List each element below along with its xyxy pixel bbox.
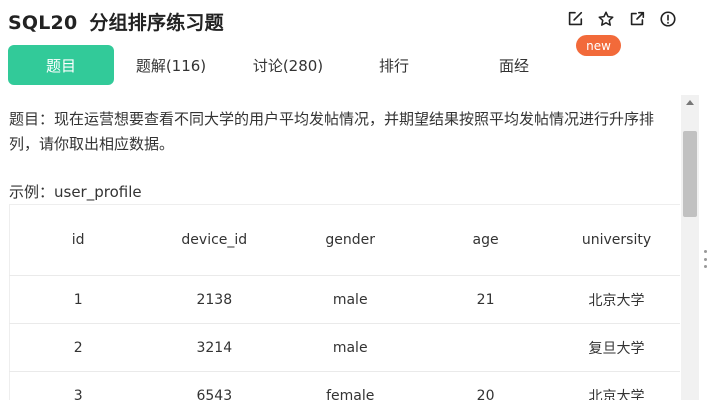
table-cell: 3214 [146, 323, 283, 372]
column-header: age [418, 204, 554, 276]
example-label: 示例：user_profile [9, 183, 142, 201]
external-link-icon[interactable] [627, 9, 647, 29]
resize-handle-icon[interactable] [702, 250, 708, 268]
scrollbar-thumb[interactable] [683, 131, 697, 217]
column-header: gender [282, 204, 419, 276]
table-cell: male [282, 323, 419, 372]
table-cell: 2 [9, 323, 147, 372]
scroll-up-arrow-icon[interactable] [686, 100, 694, 105]
new-badge: new [576, 35, 621, 56]
table-cell [418, 323, 554, 372]
table-cell: male [282, 275, 419, 324]
tab-interview[interactable]: 面经 [436, 45, 592, 85]
star-icon[interactable] [596, 9, 616, 29]
edit-icon[interactable] [565, 9, 585, 29]
table-row: 2 3214 male 复旦大学 [9, 323, 680, 372]
info-icon[interactable] [658, 9, 678, 29]
table-cell: 1 [9, 275, 147, 324]
problem-title: 分组排序练习题 [89, 12, 224, 34]
table-row: 3 6543 female 20 北京大学 [9, 371, 680, 400]
column-header: id [9, 204, 147, 276]
table-cell: 北京大学 [553, 371, 680, 400]
problem-description: 题目：现在运营想要查看不同大学的用户平均发帖情况，并期望结果按照平均发帖情况进行… [9, 110, 655, 153]
table-cell: 6543 [146, 371, 283, 400]
table-cell: 20 [418, 371, 554, 400]
scrollbar[interactable] [681, 95, 699, 400]
table-cell: 北京大学 [553, 275, 680, 324]
problem-code: SQL20 [8, 12, 78, 34]
table-cell: 21 [418, 275, 554, 324]
example-table: id device_id gender age university 1 213… [9, 204, 680, 400]
tab-solutions[interactable]: 题解(116) [118, 45, 224, 85]
table-row: 1 2138 male 21 北京大学 [9, 275, 680, 324]
table-header-row: id device_id gender age university [9, 204, 680, 276]
table-cell: 复旦大学 [553, 323, 680, 372]
tab-ranking[interactable]: 排行 [352, 45, 436, 85]
table-cell: 2138 [146, 275, 283, 324]
column-header: device_id [146, 204, 283, 276]
problem-content: 题目：现在运营想要查看不同大学的用户平均发帖情况，并期望结果按照平均发帖情况进行… [0, 95, 680, 400]
header-actions [565, 9, 678, 29]
table-cell: 3 [9, 371, 147, 400]
page-title: SQL20 分组排序练习题 [8, 8, 224, 35]
column-header: university [553, 204, 680, 276]
table-cell: female [282, 371, 419, 400]
tab-problem[interactable]: 题目 [8, 45, 114, 85]
tab-discussion[interactable]: 讨论(280) [224, 45, 352, 85]
